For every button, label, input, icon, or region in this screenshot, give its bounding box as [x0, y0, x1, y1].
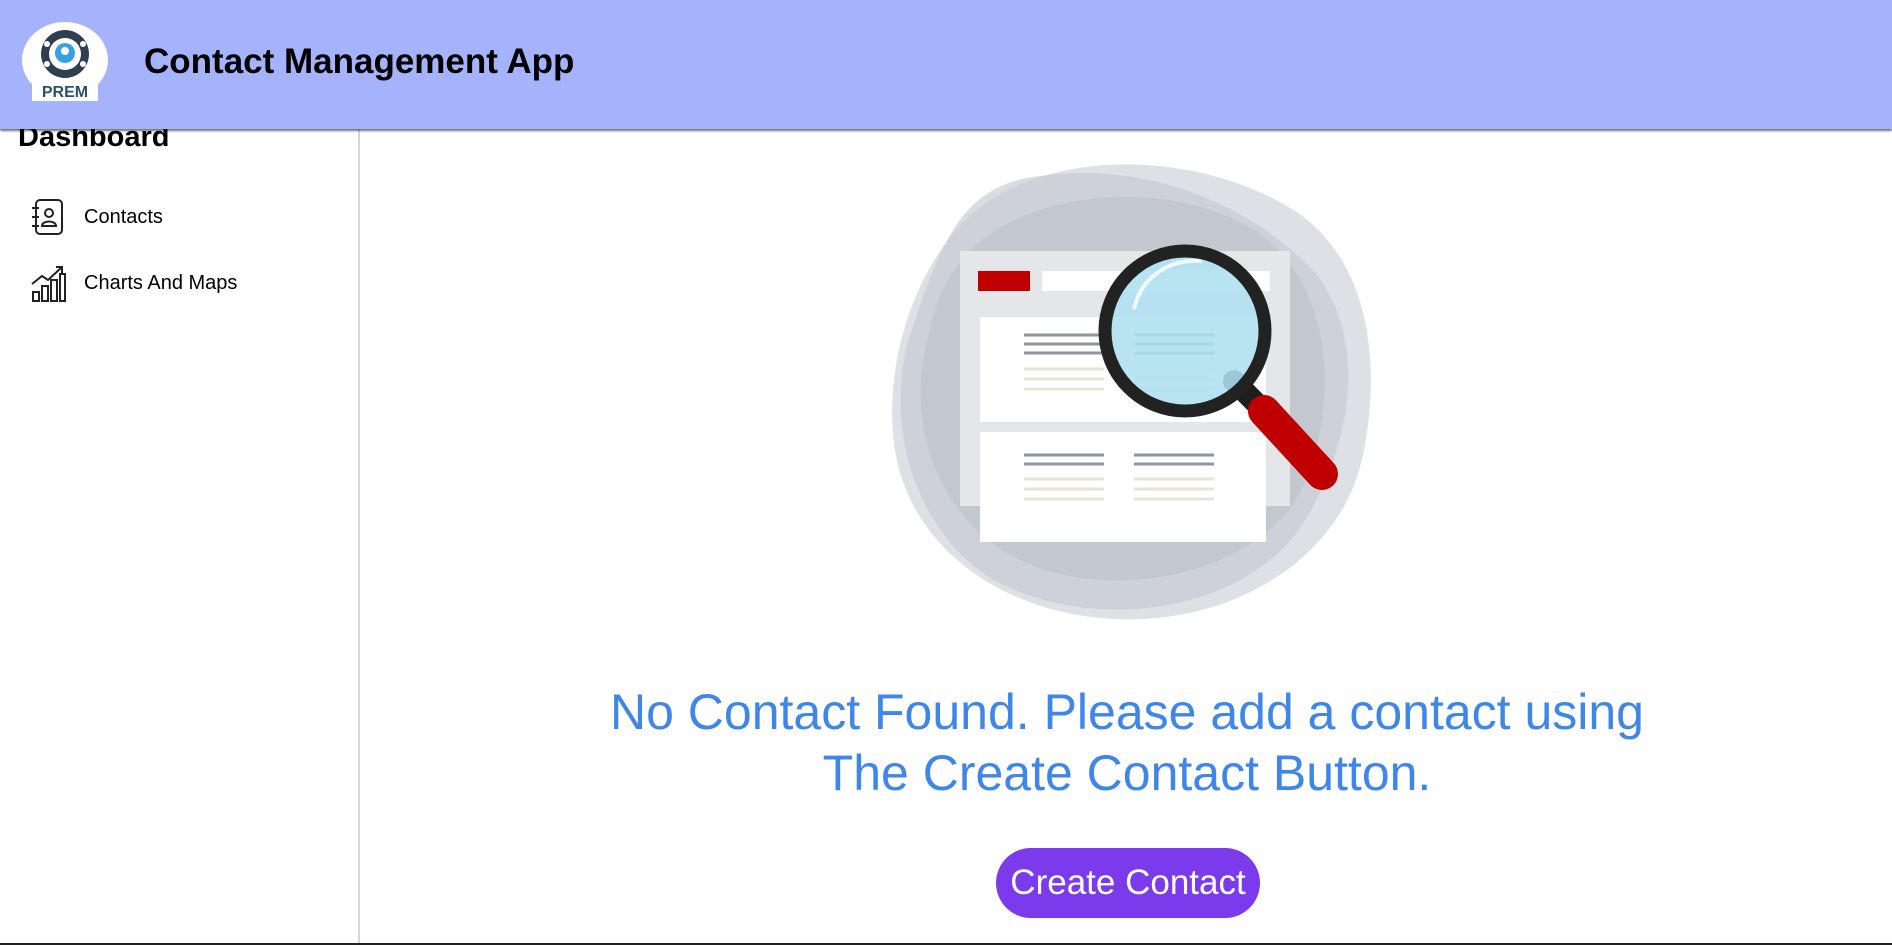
empty-state-line-2: The Create Contact Button. — [822, 745, 1432, 801]
empty-state-line-1: No Contact Found. Please add a contact u… — [610, 684, 1644, 740]
bar-chart-trend-icon — [31, 266, 66, 302]
contact-book-icon — [32, 199, 63, 235]
app-header: PREM Contact Management App — [0, 0, 1892, 129]
sidebar-heading: Dashboard — [18, 129, 170, 153]
sidebar-item-contacts[interactable]: Contacts — [0, 190, 358, 246]
app-logo: PREM — [22, 22, 108, 101]
app-title: Contact Management App — [144, 42, 575, 81]
main-content: No Contact Found. Please add a contact u… — [362, 129, 1892, 945]
logo-text: PREM — [42, 84, 88, 101]
sidebar-item-charts-and-maps[interactable]: Charts And Maps — [0, 256, 358, 312]
sidebar-item-label: Contacts — [84, 206, 163, 228]
empty-state-message: No Contact Found. Please add a contact u… — [412, 682, 1842, 804]
sidebar-item-label: Charts And Maps — [84, 272, 238, 294]
sidebar: Dashboard Contacts Charts And Maps — [0, 129, 360, 945]
create-contact-button[interactable]: Create Contact — [996, 848, 1260, 918]
magnifying-glass-document-icon — [892, 164, 1371, 620]
